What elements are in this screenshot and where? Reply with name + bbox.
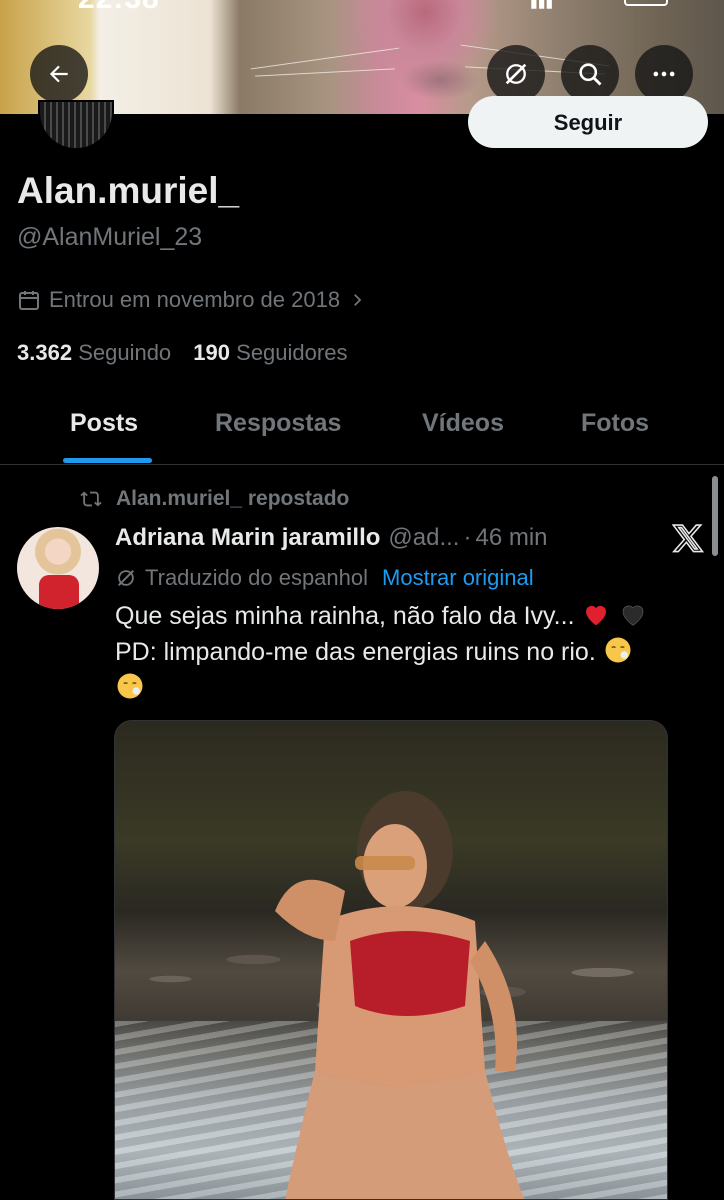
repost-icon bbox=[80, 491, 102, 507]
x-logo-icon bbox=[671, 522, 705, 559]
profile-tabs: Posts Respostas Vídeos Fotos bbox=[0, 395, 724, 465]
translation-row: Traduzido do espanhol Mostrar original bbox=[115, 565, 534, 591]
post-author-avatar[interactable] bbox=[17, 527, 99, 609]
black-heart-icon bbox=[623, 605, 644, 626]
translate-icon bbox=[117, 569, 135, 587]
status-time: 22:38 bbox=[78, 0, 160, 16]
tab-videos[interactable]: Vídeos bbox=[422, 409, 504, 438]
joined-date[interactable]: Entrou em novembro de 2018 bbox=[17, 287, 366, 313]
translated-label: Traduzido do espanhol bbox=[145, 565, 369, 590]
tab-replies[interactable]: Respostas bbox=[215, 409, 341, 438]
following-link[interactable]: 3.362 Seguindo bbox=[17, 340, 171, 365]
grok-button[interactable] bbox=[487, 45, 545, 103]
battery-icon bbox=[624, 0, 668, 6]
following-label: Seguindo bbox=[78, 340, 172, 365]
profile-handle: @AlanMuriel_23 bbox=[17, 223, 203, 251]
followers-label: Seguidores bbox=[236, 340, 348, 365]
show-original-link[interactable]: Mostrar original bbox=[382, 565, 534, 591]
red-heart-icon bbox=[586, 605, 607, 626]
post-line-2: PD: limpando-me das energias ruins no ri… bbox=[115, 638, 596, 666]
search-button[interactable] bbox=[561, 45, 619, 103]
post-separator: · bbox=[463, 524, 472, 551]
tab-posts[interactable]: Posts bbox=[70, 409, 138, 438]
search-icon bbox=[579, 63, 602, 86]
media-person bbox=[275, 791, 525, 1199]
active-tab-indicator bbox=[63, 458, 152, 463]
repost-indicator[interactable]: Alan.muriel_ repostado bbox=[80, 487, 349, 511]
tab-photos[interactable]: Fotos bbox=[581, 409, 649, 438]
post-header: Adriana Marin jaramillo @ad... · 46 min bbox=[115, 524, 548, 552]
post-time[interactable]: 46 min bbox=[475, 524, 547, 552]
calendar-icon bbox=[19, 291, 39, 310]
signal-icon: ▮▮▮ bbox=[530, 0, 554, 10]
post-line-1: Que sejas minha rainha, não falo da Ivy.… bbox=[115, 602, 575, 630]
profile-name: Alan.muriel_ bbox=[17, 170, 240, 211]
face-exhaling-icon bbox=[117, 673, 143, 699]
repost-text: Alan.muriel_ repostado bbox=[116, 487, 350, 510]
arrow-left-icon bbox=[49, 65, 68, 83]
followers-count: 190 bbox=[193, 340, 231, 365]
more-button[interactable] bbox=[635, 45, 693, 103]
follow-button[interactable]: Seguir bbox=[468, 96, 708, 148]
profile-stats: 3.362 Seguindo 190 Seguidores bbox=[17, 340, 347, 366]
face-exhaling-icon bbox=[605, 637, 631, 663]
profile-avatar[interactable] bbox=[38, 100, 114, 150]
post-author-name[interactable]: Adriana Marin jaramillo bbox=[115, 524, 380, 552]
grok-icon bbox=[505, 63, 527, 85]
post-text: Que sejas minha rainha, não falo da Ivy.… bbox=[115, 598, 710, 706]
more-icon bbox=[653, 71, 675, 77]
back-button[interactable] bbox=[30, 45, 88, 103]
chevron-right-icon bbox=[354, 294, 362, 306]
joined-text: Entrou em novembro de 2018 bbox=[49, 287, 341, 312]
scrollbar[interactable] bbox=[712, 476, 718, 556]
followers-link[interactable]: 190 Seguidores bbox=[193, 340, 347, 365]
post-media-image[interactable] bbox=[114, 720, 668, 1200]
avatar-figure bbox=[39, 575, 79, 609]
post-author-handle[interactable]: @ad... bbox=[388, 524, 459, 552]
following-count: 3.362 bbox=[17, 340, 73, 365]
